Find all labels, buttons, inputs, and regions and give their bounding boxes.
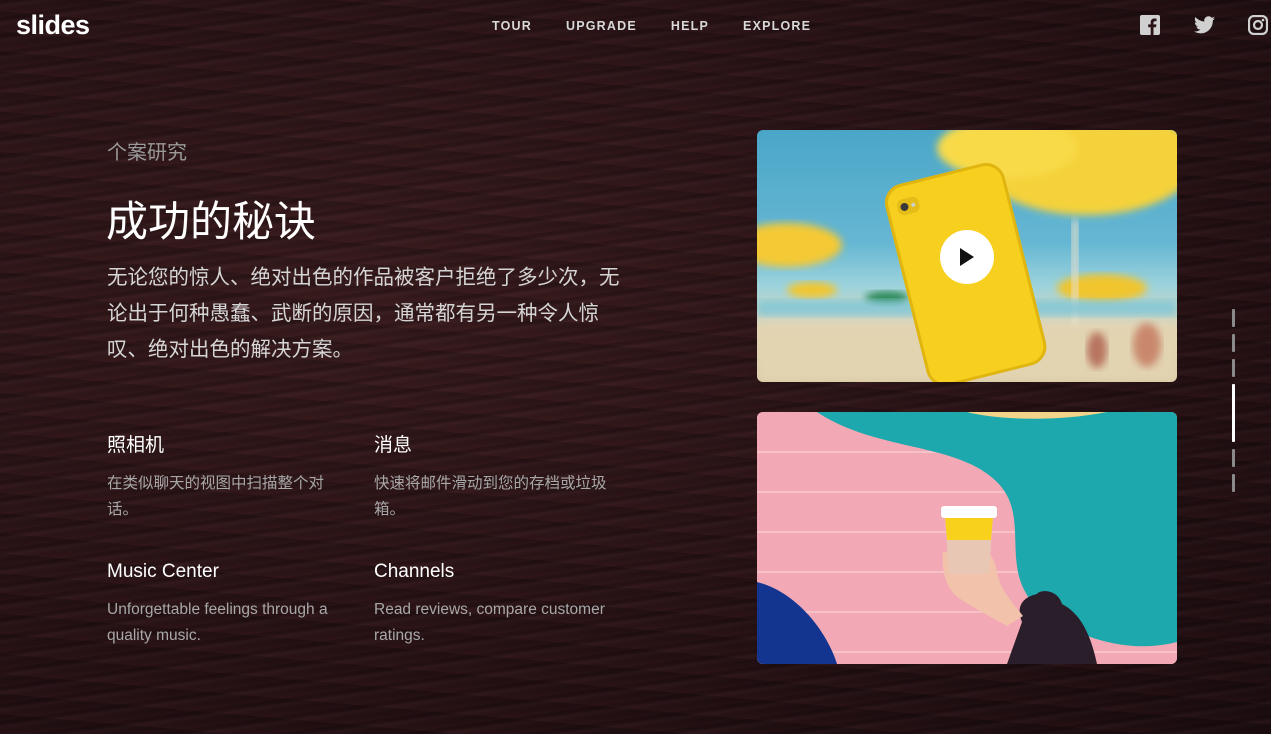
feature-description: 快速将邮件滑动到您的存档或垃圾箱。 bbox=[374, 475, 607, 518]
lead-paragraph: 无论您的惊人、绝对出色的作品被客户拒绝了多少次，无论出于何种愚蠢、武断的原因，通… bbox=[107, 266, 620, 361]
pager-dot[interactable] bbox=[1232, 309, 1235, 327]
pager-dot[interactable] bbox=[1232, 449, 1235, 467]
feature-messages: 消息 快速将邮件滑动到您的存档或垃圾箱。 bbox=[374, 430, 614, 523]
nav-upgrade[interactable]: UPGRADE bbox=[566, 19, 637, 33]
nav-tour[interactable]: TOUR bbox=[492, 19, 532, 33]
pager-dot[interactable] bbox=[1232, 474, 1235, 492]
section-eyebrow: 个案研究 bbox=[107, 142, 187, 164]
nav-explore[interactable]: EXPLORE bbox=[743, 19, 811, 33]
page-title: 成功的秘诀 bbox=[106, 198, 317, 245]
feature-music-center: Music Center Unforgettable feelings thro… bbox=[107, 561, 347, 649]
feature-title: Channels bbox=[374, 561, 455, 582]
feature-title: 消息 bbox=[374, 435, 413, 456]
pager-dot[interactable] bbox=[1232, 359, 1235, 377]
pager-dot-active[interactable] bbox=[1232, 384, 1235, 442]
video-thumbnail[interactable] bbox=[757, 130, 1177, 382]
instagram-icon[interactable] bbox=[1247, 14, 1269, 36]
logo[interactable]: slides bbox=[16, 10, 90, 41]
feature-title: 照相机 bbox=[107, 435, 165, 456]
pager-dot[interactable] bbox=[1232, 334, 1235, 352]
play-icon bbox=[960, 248, 974, 266]
play-button[interactable] bbox=[940, 230, 994, 284]
nav-help[interactable]: HELP bbox=[671, 19, 709, 33]
feature-description: Unforgettable feelings through a quality… bbox=[107, 601, 328, 644]
feature-camera: 照相机 在类似聊天的视图中扫描整个对话。 bbox=[107, 430, 347, 523]
mural-coffee-image bbox=[757, 412, 1177, 664]
feature-description: 在类似聊天的视图中扫描整个对话。 bbox=[107, 475, 325, 518]
feature-title: Music Center bbox=[107, 561, 219, 582]
facebook-icon[interactable] bbox=[1140, 15, 1160, 35]
twitter-icon[interactable] bbox=[1194, 16, 1215, 34]
section-pager bbox=[1232, 309, 1236, 499]
feature-description: Read reviews, compare customer ratings. bbox=[374, 601, 605, 644]
feature-channels: Channels Read reviews, compare customer … bbox=[374, 561, 614, 649]
